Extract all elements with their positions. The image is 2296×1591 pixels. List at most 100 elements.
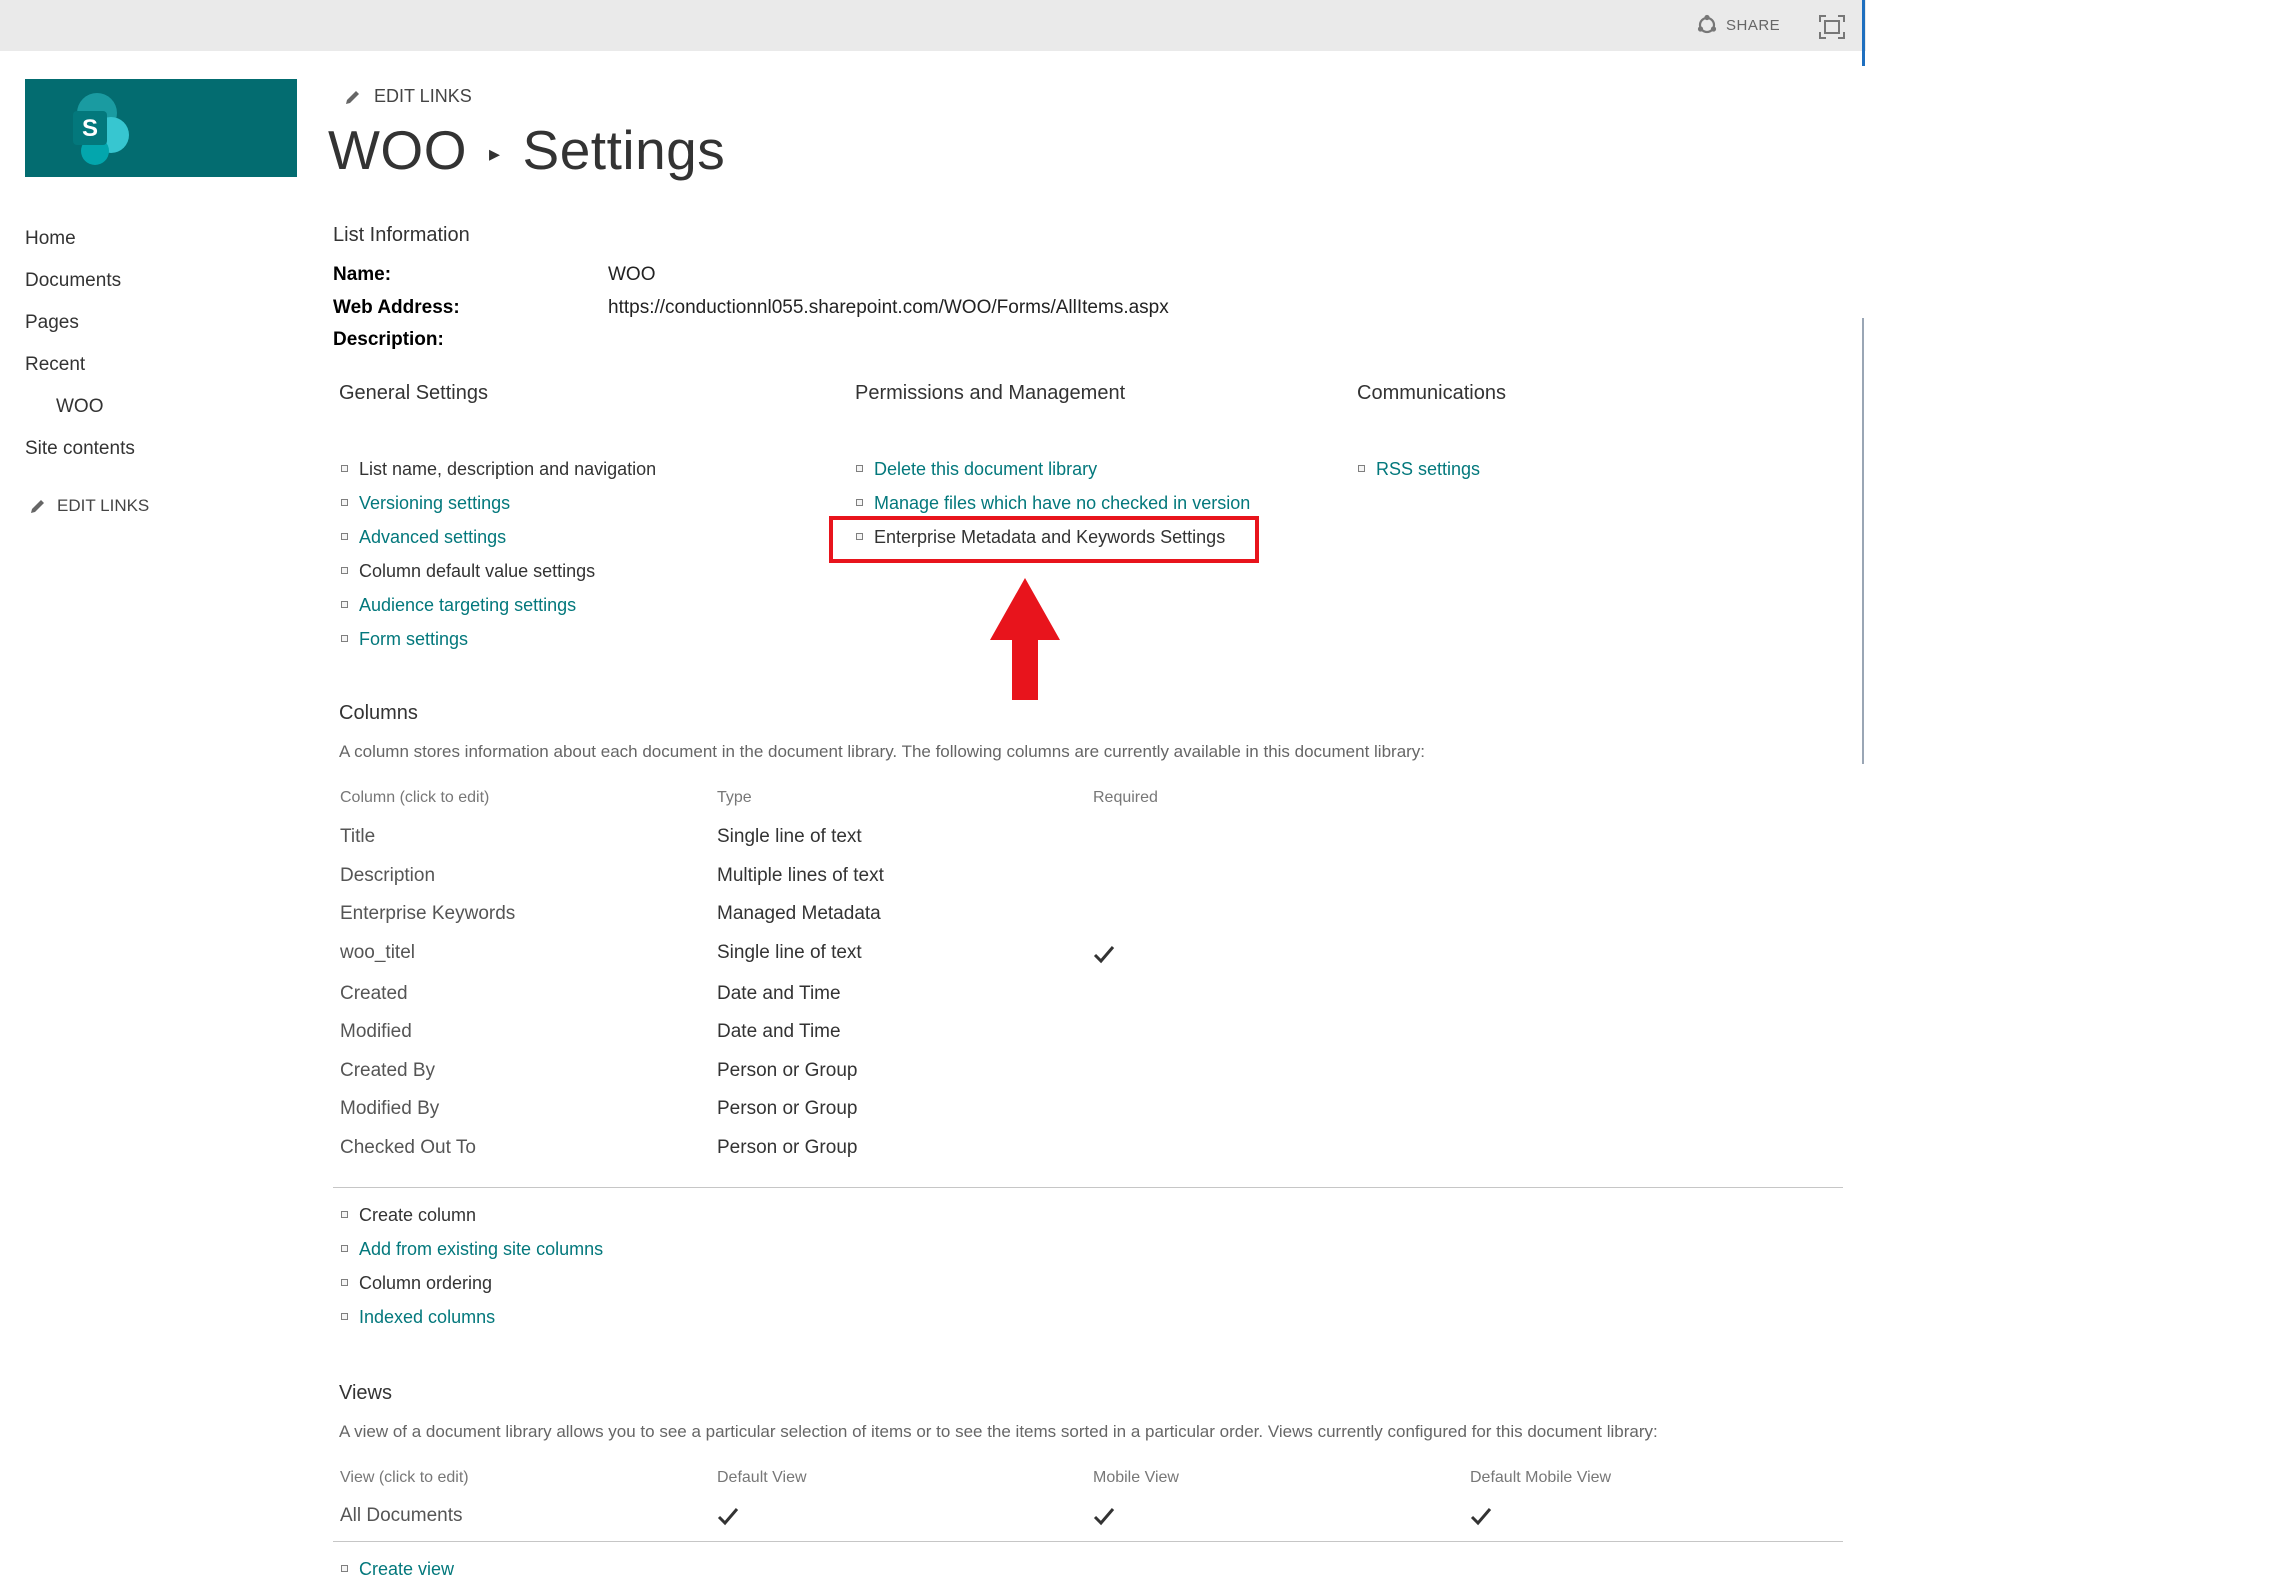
list-name-value: WOO — [608, 264, 656, 285]
columns-description: A column stores information about each d… — [339, 742, 1426, 761]
view-row-name[interactable]: All Documents — [340, 1505, 463, 1527]
view-default-view-check-icon — [717, 1506, 739, 1526]
column-row-name[interactable]: Modified By — [340, 1098, 439, 1120]
share-button[interactable]: SHARE — [1696, 14, 1780, 36]
share-label: SHARE — [1726, 16, 1781, 34]
link-label: Create column — [359, 1205, 477, 1225]
column-row-type: Managed Metadata — [717, 903, 881, 924]
scroll-indicator — [1862, 0, 1865, 66]
link-label: RSS settings — [1376, 459, 1481, 479]
breadcrumb-current-page: Settings — [522, 119, 726, 181]
description-label: Description: — [333, 329, 444, 350]
pencil-icon — [31, 500, 44, 513]
web-address-row: Web Address: https://conductionnl055.shar… — [333, 297, 1169, 319]
nav-edit-links-label: EDIT LINKS — [57, 496, 150, 515]
column-row-name[interactable]: Enterprise Keywords — [340, 903, 515, 925]
breadcrumb-separator-icon: ▸ — [488, 141, 501, 166]
column-row-type: Person or Group — [717, 1098, 858, 1119]
link-add-existing-site-columns[interactable]: Add from existing site columns — [341, 1239, 603, 1260]
column-row-name[interactable]: Created By — [340, 1060, 435, 1082]
view-mobile-view-check-icon — [1093, 1506, 1115, 1526]
view-default-mobile-view-check-icon — [1470, 1506, 1492, 1526]
site-logo[interactable]: S — [25, 79, 297, 177]
link-label: Add from existing site columns — [359, 1239, 604, 1259]
focus-content-button[interactable] — [1818, 14, 1846, 40]
bullet-icon — [341, 567, 348, 574]
link-advanced-settings[interactable]: Advanced settings — [341, 527, 506, 548]
column-row-type: Single line of text — [717, 942, 862, 963]
web-address-label: Web Address: — [333, 297, 460, 318]
page-title: WOO ▸ Settings — [328, 118, 725, 182]
list-information-heading: List Information — [333, 224, 470, 246]
nav-item-documents[interactable]: Documents — [25, 270, 121, 292]
column-header-name: Column (click to edit) — [340, 789, 490, 806]
link-manage-unchecked-files[interactable]: Manage files which have no checked in ve… — [856, 493, 1250, 514]
column-row-name[interactable]: Title — [340, 826, 375, 848]
link-label: List name, description and navigation — [359, 459, 657, 479]
communications-heading: Communications — [1357, 382, 1506, 404]
column-row-type: Date and Time — [717, 983, 841, 1004]
focus-mode-icon — [1819, 15, 1845, 39]
bullet-icon — [856, 499, 863, 506]
column-row-name[interactable]: woo_titel — [340, 942, 415, 964]
permissions-heading: Permissions and Management — [855, 382, 1126, 404]
link-form-settings[interactable]: Form settings — [341, 629, 468, 650]
views-heading: Views — [339, 1382, 392, 1404]
breadcrumb-site-link[interactable]: WOO — [328, 118, 467, 182]
bullet-icon — [341, 635, 348, 642]
view-header-mobile-view: Mobile View — [1093, 1469, 1179, 1486]
link-label: Form settings — [359, 629, 469, 649]
share-icon — [1697, 14, 1717, 34]
list-name-label: Name: — [333, 264, 392, 285]
views-description: A view of a document library allows you … — [339, 1422, 1658, 1441]
link-create-view[interactable]: Create view — [341, 1559, 454, 1580]
column-row-type: Multiple lines of text — [717, 865, 884, 886]
bullet-icon — [341, 533, 348, 540]
link-label: Audience targeting settings — [359, 595, 577, 615]
nav-item-site-contents[interactable]: Site contents — [25, 438, 135, 460]
column-row-name[interactable]: Created — [340, 983, 408, 1005]
header-edit-links[interactable]: EDIT LINKS — [344, 86, 472, 107]
bullet-icon — [341, 1279, 348, 1286]
views-divider — [333, 1541, 1843, 1542]
link-rss-settings[interactable]: RSS settings — [1358, 459, 1480, 480]
bullet-icon — [341, 1313, 348, 1320]
column-row-name[interactable]: Checked Out To — [340, 1137, 476, 1159]
column-row-type: Person or Group — [717, 1060, 858, 1081]
bullet-icon — [341, 465, 348, 472]
nav-item-pages[interactable]: Pages — [25, 312, 79, 334]
link-label: Column default value settings — [359, 561, 596, 581]
column-row-name[interactable]: Description — [340, 865, 435, 887]
link-list-name-description-navigation[interactable]: List name, description and navigation — [341, 459, 656, 480]
link-column-ordering[interactable]: Column ordering — [341, 1273, 492, 1294]
required-check-icon — [1093, 944, 1115, 964]
bullet-icon — [341, 1245, 348, 1252]
link-delete-document-library[interactable]: Delete this document library — [856, 459, 1097, 480]
bullet-icon — [341, 1565, 348, 1572]
annotation-up-arrow-icon — [990, 578, 1060, 700]
link-audience-targeting-settings[interactable]: Audience targeting settings — [341, 595, 576, 616]
nav-item-home[interactable]: Home — [25, 228, 76, 250]
column-row-name[interactable]: Modified — [340, 1021, 412, 1043]
link-indexed-columns[interactable]: Indexed columns — [341, 1307, 495, 1328]
link-label: Create view — [359, 1559, 455, 1579]
nav-edit-links[interactable]: EDIT LINKS — [29, 496, 149, 516]
view-header-default-mobile-view: Default Mobile View — [1470, 1469, 1612, 1486]
column-header-required: Required — [1093, 789, 1158, 806]
scrollbar[interactable] — [1862, 318, 1864, 764]
bullet-icon — [1358, 465, 1365, 472]
annotation-highlight-box — [829, 516, 1259, 563]
bullet-icon — [341, 499, 348, 506]
description-row: Description: — [333, 329, 608, 351]
link-column-default-value-settings[interactable]: Column default value settings — [341, 561, 595, 582]
column-row-type: Person or Group — [717, 1137, 858, 1158]
column-header-type: Type — [717, 789, 752, 806]
view-header-name: View (click to edit) — [340, 1469, 469, 1486]
link-versioning-settings[interactable]: Versioning settings — [341, 493, 510, 514]
nav-item-recent[interactable]: Recent — [25, 354, 85, 376]
link-label: Column ordering — [359, 1273, 493, 1293]
link-create-column[interactable]: Create column — [341, 1205, 476, 1226]
nav-item-recent-woo[interactable]: WOO — [56, 396, 104, 418]
view-header-default-view: Default View — [717, 1469, 807, 1486]
link-label: Delete this document library — [874, 459, 1098, 479]
